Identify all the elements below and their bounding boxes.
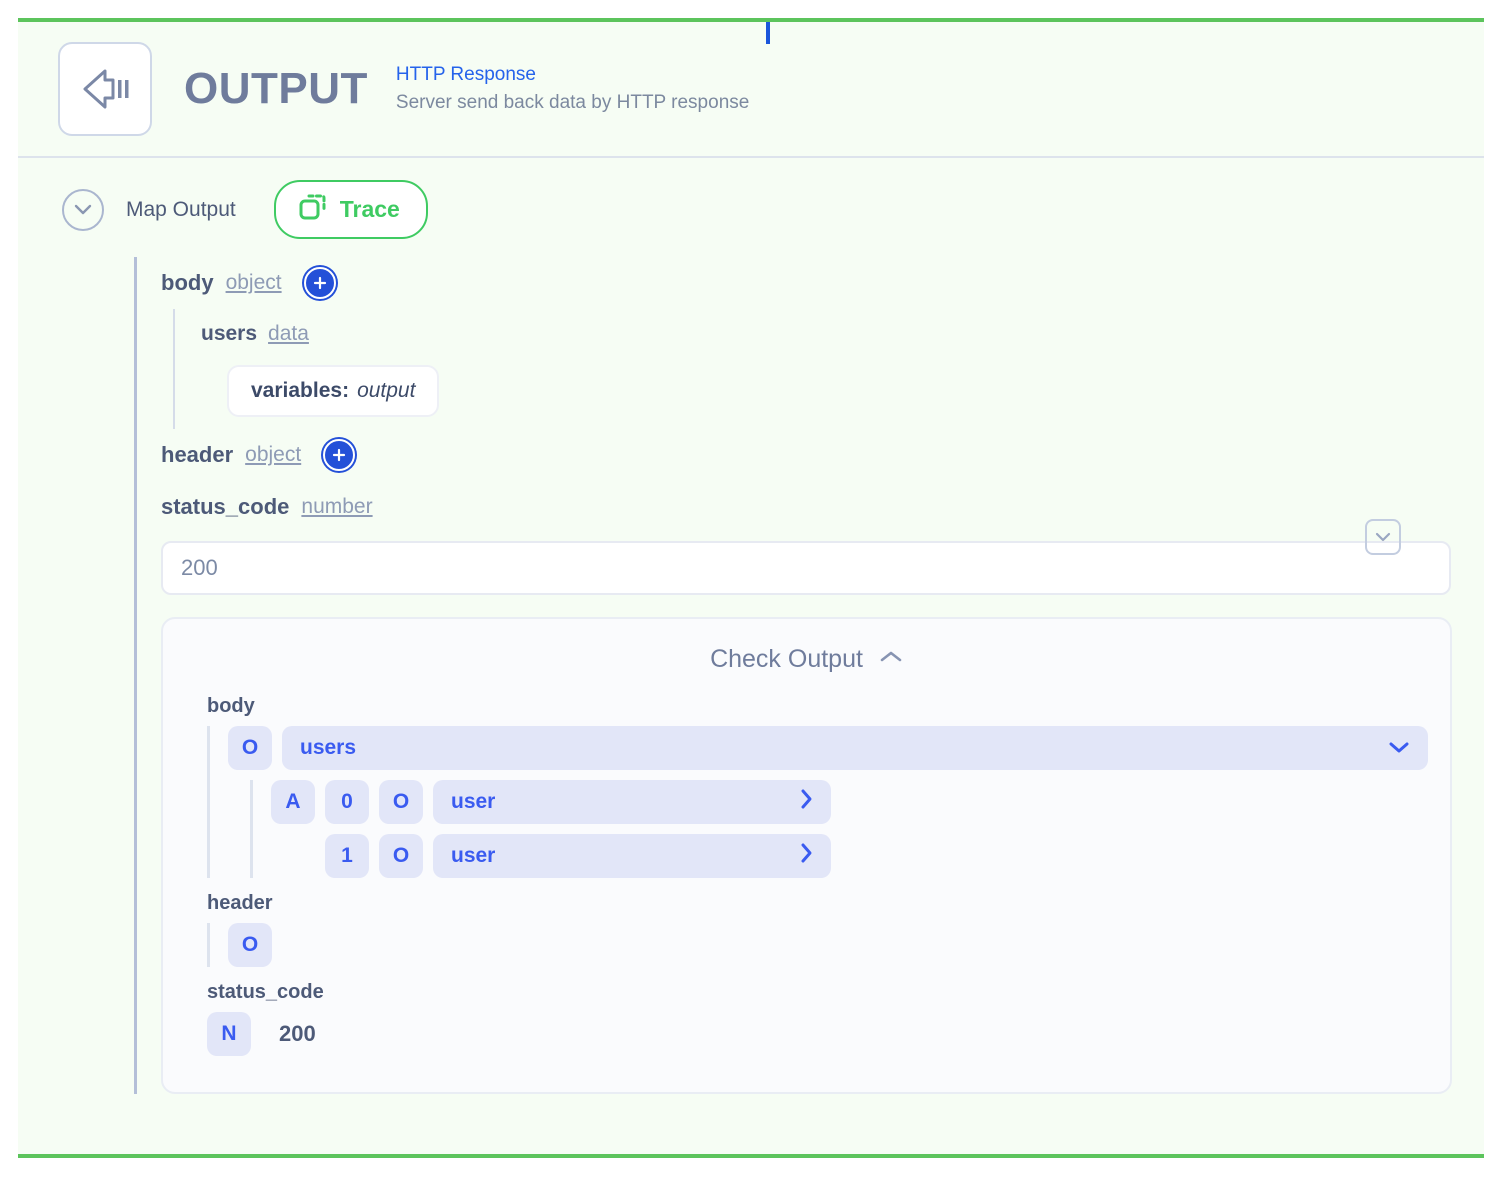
trace-button[interactable]: Trace	[273, 180, 428, 239]
plus-circle-icon[interactable]	[323, 439, 356, 471]
map-output-toolbar: Map Output Trace	[18, 158, 1484, 239]
map-output-label: Map Output	[126, 197, 236, 221]
check-group-body: O users A 0 O user 1 O user	[207, 726, 1428, 878]
node-header: OUTPUT HTTP Response Server send back da…	[18, 22, 1484, 158]
node-subtitle: HTTP Response	[395, 64, 536, 85]
value-pill[interactable]: user	[433, 780, 831, 824]
chevron-up-icon[interactable]	[879, 650, 903, 669]
value-pill-label: user	[451, 790, 496, 813]
output-schema-tree: body object users data variables: output…	[134, 257, 1452, 1094]
schema-field-status-code[interactable]: status_code number	[161, 481, 1449, 533]
check-output-panel: Check Output body O users A 0 O user 1 O…	[161, 617, 1452, 1094]
status-code-input[interactable]: 200	[161, 541, 1451, 595]
type-badge: O	[379, 834, 423, 878]
schema-children-body: users data variables: output	[173, 309, 1449, 429]
index-badge: 1	[325, 834, 369, 878]
value-pill[interactable]: user	[433, 834, 831, 878]
plus-circle-icon[interactable]	[303, 267, 336, 299]
type-badge: N	[207, 1012, 251, 1056]
node-input-connector[interactable]	[766, 22, 770, 44]
output-arrow-icon	[58, 42, 152, 136]
node-meta: HTTP Response Server send back data by H…	[396, 64, 749, 114]
page-title: OUTPUT	[184, 64, 368, 113]
schema-field-users[interactable]: users data	[201, 309, 1449, 359]
node-description: Server send back data by HTTP response	[395, 92, 750, 113]
field-name: users	[201, 322, 258, 345]
check-group-label: body	[207, 695, 255, 717]
check-group-header: O	[207, 923, 1428, 967]
chevron-right-icon[interactable]	[799, 842, 813, 870]
type-badge: O	[228, 923, 272, 967]
variable-key: variables:	[251, 379, 350, 402]
chevron-right-icon[interactable]	[799, 788, 813, 816]
schema-field-header[interactable]: header object	[161, 429, 1449, 481]
check-output-toggle[interactable]: Check Output	[185, 637, 1428, 681]
check-users-items: A 0 O user 1 O user	[250, 780, 1428, 878]
check-group-label: header	[207, 892, 273, 914]
field-type: data	[268, 322, 309, 345]
field-type: object	[245, 443, 302, 466]
value-pill-label: user	[451, 844, 496, 867]
trace-label: Trace	[339, 196, 400, 222]
check-row-user-0[interactable]: A 0 O user	[271, 780, 1428, 824]
value-pill[interactable]: users	[282, 726, 1428, 770]
chevron-down-circle-icon[interactable]	[62, 188, 104, 231]
field-type: number	[301, 495, 373, 518]
check-row-user-1[interactable]: 1 O user	[271, 834, 1428, 878]
check-row-header[interactable]: O	[228, 923, 1428, 967]
value-pill-label: users	[300, 736, 357, 759]
check-output-title: Check Output	[710, 644, 863, 673]
collapse-schema-button[interactable]	[1365, 519, 1401, 555]
field-name: header	[161, 442, 234, 467]
index-badge: 0	[325, 780, 369, 824]
field-type: object	[225, 271, 282, 294]
type-badge: O	[379, 780, 423, 824]
check-group-label: status_code	[207, 981, 324, 1003]
type-badge: O	[228, 726, 272, 770]
status-code-value: 200	[279, 1021, 316, 1046]
variable-value: output	[357, 379, 416, 402]
variables-chip[interactable]: variables: output	[227, 365, 440, 417]
chevron-down-icon[interactable]	[1388, 736, 1410, 760]
check-row-status-code[interactable]: N 200	[207, 1012, 1428, 1056]
output-node-card: OUTPUT HTTP Response Server send back da…	[18, 18, 1484, 1158]
field-name: body	[161, 270, 214, 295]
check-row-users[interactable]: O users	[228, 726, 1428, 770]
schema-field-body[interactable]: body object	[161, 257, 1449, 309]
type-badge: A	[271, 780, 315, 824]
trace-copy-icon	[298, 192, 328, 227]
field-name: status_code	[161, 494, 290, 519]
